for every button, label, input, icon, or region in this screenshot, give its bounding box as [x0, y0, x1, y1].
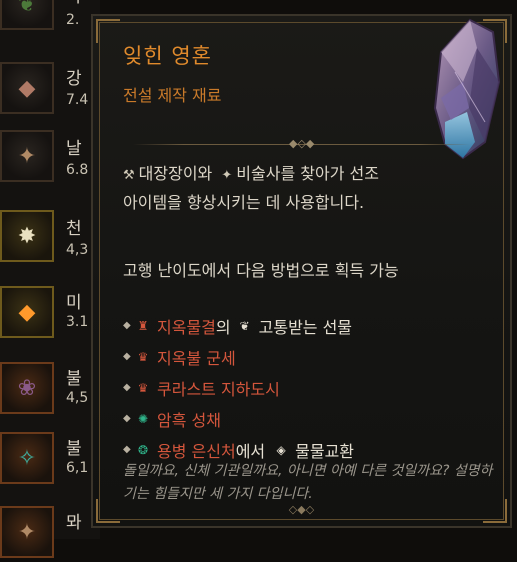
bullet-icon: ◆ — [123, 413, 131, 424]
item-description: ⚒ 대장장이와 ✦ 비술사를 찾아가 선조 아이템을 향상시키는 데 사용합니다. — [123, 160, 483, 216]
description-line-1: ⚒ 대장장이와 ✦ 비술사를 찾아가 선조 — [123, 160, 483, 189]
barter-icon: ◈ — [276, 442, 286, 457]
occultist-icon: ✦ — [221, 168, 233, 183]
source-suffix: 의 — [215, 317, 231, 337]
item-slot[interactable]: ✸ — [0, 210, 54, 262]
tortured-gift-icon: ❦ — [239, 318, 250, 333]
inventory-item[interactable]: ◆ 강 7.4 — [0, 62, 100, 118]
item-count: 4,3 — [66, 242, 89, 258]
source-label-2: 물물교환 — [295, 441, 355, 461]
item-slot[interactable]: ✧ — [0, 432, 54, 484]
blacksmith-icon: ⚒ — [123, 168, 135, 183]
bottom-ornament: ◇◆◇ — [288, 503, 315, 516]
item-slot[interactable]: ◆ — [0, 286, 54, 338]
item-count: 4,5 — [66, 390, 89, 406]
source-item: ◆ ♛ 지옥불 군세 — [123, 341, 493, 372]
hell-tide-icon: ♜ — [137, 318, 149, 333]
inventory-item[interactable]: ◆ 미 3.1 — [0, 286, 100, 342]
item-name: 뫄 — [66, 513, 82, 533]
description-line-2: 아이템을 향상시키는 데 사용합니다. — [123, 193, 365, 212]
inventory-list: ❦ 악 2. ◆ 강 7.4 ✦ 날 6.8 ✸ 천 4,3 ◆ 미 3.1 ❀… — [0, 0, 100, 558]
item-name: 악 — [66, 0, 82, 7]
source-label: 지옥물결 — [157, 317, 216, 337]
dark-citadel-icon: ✺ — [137, 411, 149, 426]
acquisition-heading: 고행 난이도에서 다음 방법으로 획득 가능 — [123, 261, 399, 280]
claw-icon: ✧ — [17, 445, 37, 471]
inventory-item[interactable]: ✸ 천 4,3 — [0, 210, 100, 266]
item-title: 잊힌 영혼 — [123, 44, 212, 68]
source-suffix: 에서 — [235, 441, 266, 461]
item-slot[interactable]: ◆ — [0, 62, 54, 114]
divider-ornament: ◆◇◆ — [289, 137, 315, 150]
ember-icon: ◆ — [18, 299, 36, 325]
source-label-2: 고통받는 선물 — [258, 317, 353, 337]
bone-icon: ✦ — [17, 519, 37, 545]
item-count: 6.8 — [66, 162, 89, 178]
source-list: ◆ ♜ 지옥물결 의 ❦ 고통받는 선물 ◆ ♛ 지옥불 군세 ◆ ♛ 쿠라스트… — [123, 310, 493, 465]
inventory-item[interactable]: ✦ 날 6.8 — [0, 130, 100, 186]
item-slot[interactable]: ❦ — [0, 0, 54, 30]
bullet-icon: ◆ — [123, 320, 131, 331]
inventory-item[interactable]: ❦ 악 2. — [0, 0, 100, 34]
source-item: ◆ ♜ 지옥물결 의 ❦ 고통받는 선물 — [123, 310, 493, 341]
inventory-item[interactable]: ✦ 뫄 — [0, 506, 100, 562]
scrap-icon: ✦ — [17, 143, 37, 169]
forgotten-soul-crystal-icon — [433, 18, 501, 160]
item-slot[interactable]: ✦ — [0, 506, 54, 558]
item-count: 2. — [66, 12, 80, 28]
angelbreath-icon: ✸ — [17, 223, 37, 249]
inventory-item[interactable]: ❀ 불 4,5 — [0, 362, 100, 418]
bullet-icon: ◆ — [123, 444, 131, 455]
item-name: 천 — [66, 219, 82, 239]
npc-blacksmith: 대장장이 — [138, 164, 198, 183]
feather-icon: ❀ — [17, 375, 37, 401]
item-slot[interactable]: ❀ — [0, 362, 54, 414]
source-item: ◆ ♛ 쿠라스트 지하도시 — [123, 372, 493, 403]
source-label: 용병 은신처 — [157, 441, 236, 461]
inventory-item[interactable]: ✧ 불 6,1 — [0, 432, 100, 488]
conjunction: 와 — [197, 164, 213, 183]
mercenary-icon: ❂ — [137, 442, 149, 457]
item-tooltip: 잊힌 영혼 전설 제작 재료 ◆◇◆ ⚒ 대장장이와 ✦ 비술사를 찾아가 선조 아… — [91, 14, 512, 528]
dungeon-icon: ♛ — [137, 380, 149, 395]
item-count: 3.1 — [66, 314, 89, 330]
hide-icon: ◆ — [18, 75, 36, 101]
item-name: 불 — [66, 439, 82, 459]
source-label: 지옥불 군세 — [157, 348, 236, 368]
item-count: 6,1 — [66, 460, 89, 476]
item-count: 7.4 — [66, 92, 89, 108]
herb-icon: ❦ — [17, 0, 37, 17]
item-name: 강 — [66, 69, 82, 89]
bullet-icon: ◆ — [123, 351, 131, 362]
frame-corner — [96, 19, 120, 43]
source-item: ◆ ✺ 암흑 성채 — [123, 403, 493, 434]
item-name: 날 — [66, 139, 82, 159]
hell-army-icon: ♛ — [137, 349, 149, 364]
source-label: 암흑 성채 — [157, 410, 221, 430]
item-name: 미 — [66, 293, 82, 313]
item-type: 전설 제작 재료 — [123, 86, 222, 105]
item-name: 불 — [66, 369, 82, 389]
bullet-icon: ◆ — [123, 382, 131, 393]
npc-occultist: 비술사 — [236, 164, 281, 183]
item-slot[interactable]: ✦ — [0, 130, 54, 182]
description-text: 를 찾아가 선조 — [280, 164, 379, 183]
source-label: 쿠라스트 지하도시 — [157, 379, 280, 399]
flavor-text: 돌일까요, 신체 기관일까요, 아니면 아예 다른 것일까요? 설명하기는 힘들… — [123, 463, 493, 502]
